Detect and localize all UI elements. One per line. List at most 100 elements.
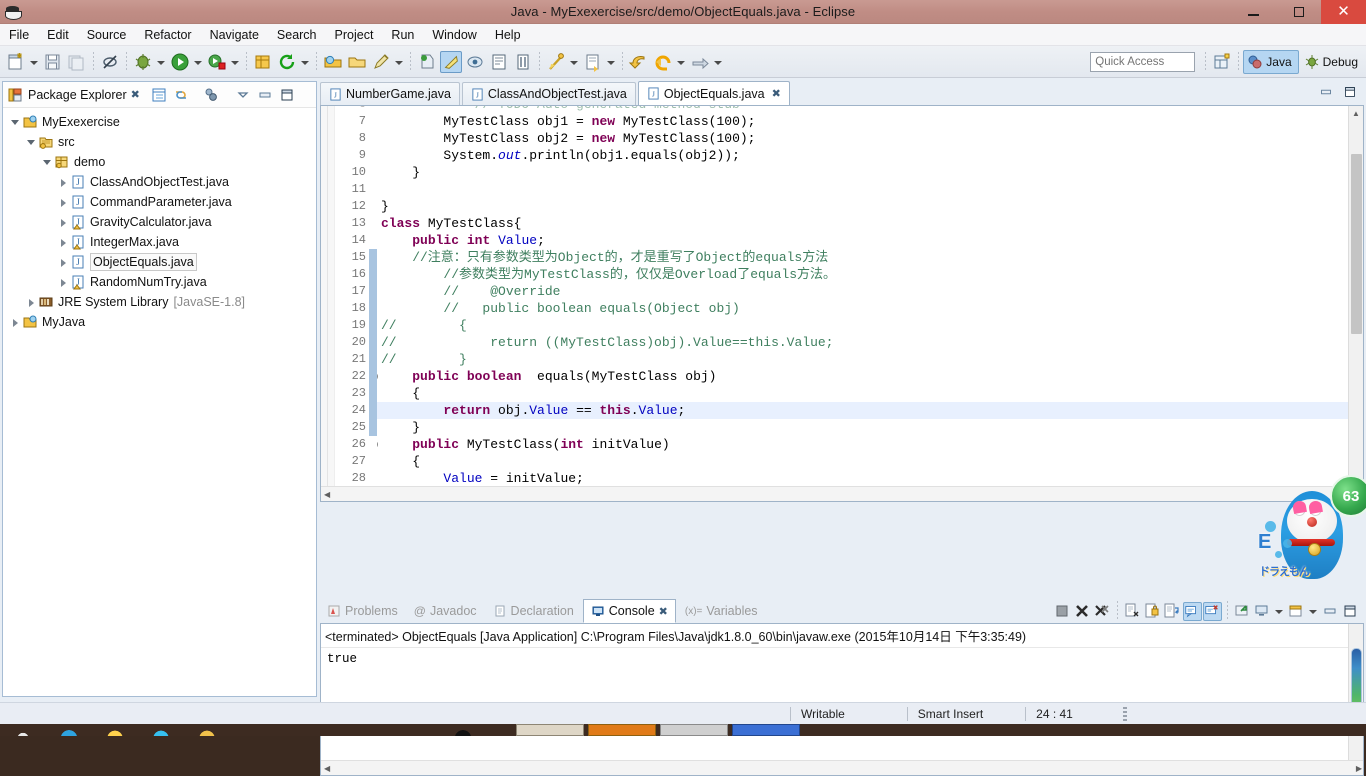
chevron-down-icon[interactable] <box>25 136 38 149</box>
tree-item-commandparameter-java[interactable]: J CommandParameter.java <box>3 192 316 212</box>
taskbar-icon[interactable] <box>440 724 486 736</box>
chevron-down-icon[interactable] <box>9 116 22 129</box>
link-break-icon[interactable] <box>99 51 121 73</box>
minimize-icon[interactable] <box>1318 84 1334 105</box>
taskbar-icon[interactable] <box>138 724 184 736</box>
tree-item-myexexercise[interactable]: MyExexercise <box>3 112 316 132</box>
taskbar-window-button[interactable] <box>660 724 728 736</box>
scroll-right-icon[interactable]: ▶ <box>1356 764 1362 773</box>
code-line[interactable]: // TODO Auto-generated method stub <box>377 106 1363 113</box>
forward-nav-icon[interactable] <box>689 51 711 73</box>
tab-variables[interactable]: (x)= Variables <box>678 599 765 623</box>
minimize-icon[interactable] <box>256 86 274 104</box>
code-line[interactable]: public boolean equals(MyTestClass obj) <box>377 368 1363 385</box>
chevron-right-icon[interactable] <box>57 236 70 249</box>
source-code-text[interactable]: // TODO Auto-generated method stub MyTes… <box>377 106 1363 501</box>
console-horizontal-scrollbar[interactable]: ◀ ▶ <box>321 760 1363 775</box>
code-line[interactable]: System.out.println(obj1.equals(obj2)); <box>377 147 1363 164</box>
menu-search[interactable]: Search <box>268 26 326 44</box>
run-external-tools-icon[interactable] <box>206 51 228 73</box>
save-icon[interactable] <box>42 51 64 73</box>
next-annotation-icon[interactable] <box>416 51 438 73</box>
tree-item-classandobjecttest-java[interactable]: J ClassAndObjectTest.java <box>3 172 316 192</box>
code-line[interactable]: class MyTestClass{ <box>377 215 1363 232</box>
next-edit-dropdown-icon[interactable] <box>605 51 616 73</box>
console-output-area[interactable]: <terminated> ObjectEquals [Java Applicat… <box>320 623 1364 776</box>
taskbar-icon[interactable] <box>184 724 230 736</box>
code-line[interactable]: } <box>377 419 1363 436</box>
tree-item-objectequals-java[interactable]: J ObjectEquals.java <box>3 252 316 272</box>
new-java-class-icon[interactable] <box>252 51 274 73</box>
run-dropdown-icon[interactable] <box>192 51 203 73</box>
editor-tab-close-icon[interactable]: ✖ <box>772 87 781 100</box>
link-with-editor-icon[interactable] <box>172 86 190 104</box>
show-console-on-output-icon[interactable] <box>1183 601 1202 621</box>
taskbar-icon[interactable] <box>0 724 46 736</box>
menu-project[interactable]: Project <box>326 26 383 44</box>
scrollbar-thumb[interactable] <box>1351 154 1362 334</box>
code-line[interactable] <box>377 181 1363 198</box>
code-line[interactable]: { <box>377 453 1363 470</box>
code-line[interactable]: // } <box>377 351 1363 368</box>
chevron-right-icon[interactable] <box>57 216 70 229</box>
console-vertical-scrollbar[interactable] <box>1348 624 1363 762</box>
open-console-icon[interactable] <box>1287 602 1306 621</box>
view-menu-filter-icon[interactable] <box>202 86 220 104</box>
chevron-down-icon[interactable] <box>41 156 54 169</box>
chevron-right-icon[interactable] <box>57 276 70 289</box>
code-line[interactable]: MyTestClass obj2 = new MyTestClass(100); <box>377 130 1363 147</box>
search-dropdown-icon[interactable] <box>393 51 404 73</box>
next-edit-icon[interactable] <box>582 51 604 73</box>
block-selection-icon[interactable] <box>512 51 534 73</box>
scroll-up-icon[interactable]: ▲ <box>1349 106 1363 121</box>
menu-window[interactable]: Window <box>423 26 485 44</box>
chevron-right-icon[interactable] <box>57 196 70 209</box>
code-line[interactable]: } <box>377 198 1363 215</box>
show-whitespace-icon[interactable] <box>488 51 510 73</box>
code-editor[interactable]: 6789101112131415161718192021222324252627… <box>320 105 1364 502</box>
taskbar-window-button[interactable] <box>732 724 800 736</box>
editor-tab-objectequals[interactable]: J ObjectEquals.java ✖ <box>637 81 790 105</box>
code-line[interactable]: } <box>377 164 1363 181</box>
forward-dropdown-icon[interactable] <box>675 51 686 73</box>
code-line[interactable]: MyTestClass obj1 = new MyTestClass(100); <box>377 113 1363 130</box>
tree-item-myjava[interactable]: MyJava <box>3 312 316 332</box>
tree-item-randomnumtry-java[interactable]: J RandomNumTry.java <box>3 272 316 292</box>
menu-help[interactable]: Help <box>486 26 530 44</box>
open-type-icon[interactable] <box>322 51 344 73</box>
tree-item-src[interactable]: src <box>3 132 316 152</box>
code-line[interactable]: //注意：只有参数类型为Object的，才是重写了Object的equals方法 <box>377 249 1363 266</box>
taskbar-window-button[interactable] <box>588 724 656 736</box>
package-explorer-close-icon[interactable]: ✖ <box>131 88 140 101</box>
status-resize-grip[interactable] <box>1122 706 1127 721</box>
collapse-all-icon[interactable] <box>150 86 168 104</box>
scroll-left-icon[interactable]: ◀ <box>324 764 330 773</box>
last-edit-location-icon[interactable] <box>440 50 462 73</box>
open-resource-icon[interactable] <box>346 51 368 73</box>
folding-column[interactable] <box>321 106 335 501</box>
tab-javadoc[interactable]: @ Javadoc <box>407 599 484 623</box>
menu-source[interactable]: Source <box>78 26 136 44</box>
open-perspective-icon[interactable] <box>1211 51 1233 73</box>
previous-dropdown-icon[interactable] <box>568 51 579 73</box>
previous-edit-icon[interactable] <box>545 51 567 73</box>
refresh-icon[interactable] <box>276 51 298 73</box>
remove-all-launches-icon[interactable] <box>1093 602 1112 621</box>
view-menu-icon[interactable] <box>234 86 252 104</box>
minimize-icon[interactable] <box>1321 602 1340 621</box>
scroll-left-icon[interactable]: ◀ <box>324 490 330 499</box>
run-icon[interactable] <box>169 51 191 73</box>
taskbar-icon[interactable] <box>92 724 138 736</box>
editor-tab-numbergame[interactable]: J NumberGame.java <box>320 82 460 105</box>
terminate-icon[interactable] <box>1053 602 1072 621</box>
chevron-right-icon[interactable] <box>57 176 70 189</box>
taskbar-window-button[interactable] <box>516 724 584 736</box>
menu-run[interactable]: Run <box>382 26 423 44</box>
external-tools-dropdown-icon[interactable] <box>229 51 240 73</box>
debug-dropdown-icon[interactable] <box>155 51 166 73</box>
new-java-project-icon[interactable] <box>5 51 27 73</box>
menu-edit[interactable]: Edit <box>38 26 78 44</box>
show-console-on-error-icon[interactable] <box>1203 601 1222 621</box>
perspective-java[interactable]: Java <box>1243 49 1299 74</box>
display-selected-console-icon[interactable] <box>1253 602 1272 621</box>
